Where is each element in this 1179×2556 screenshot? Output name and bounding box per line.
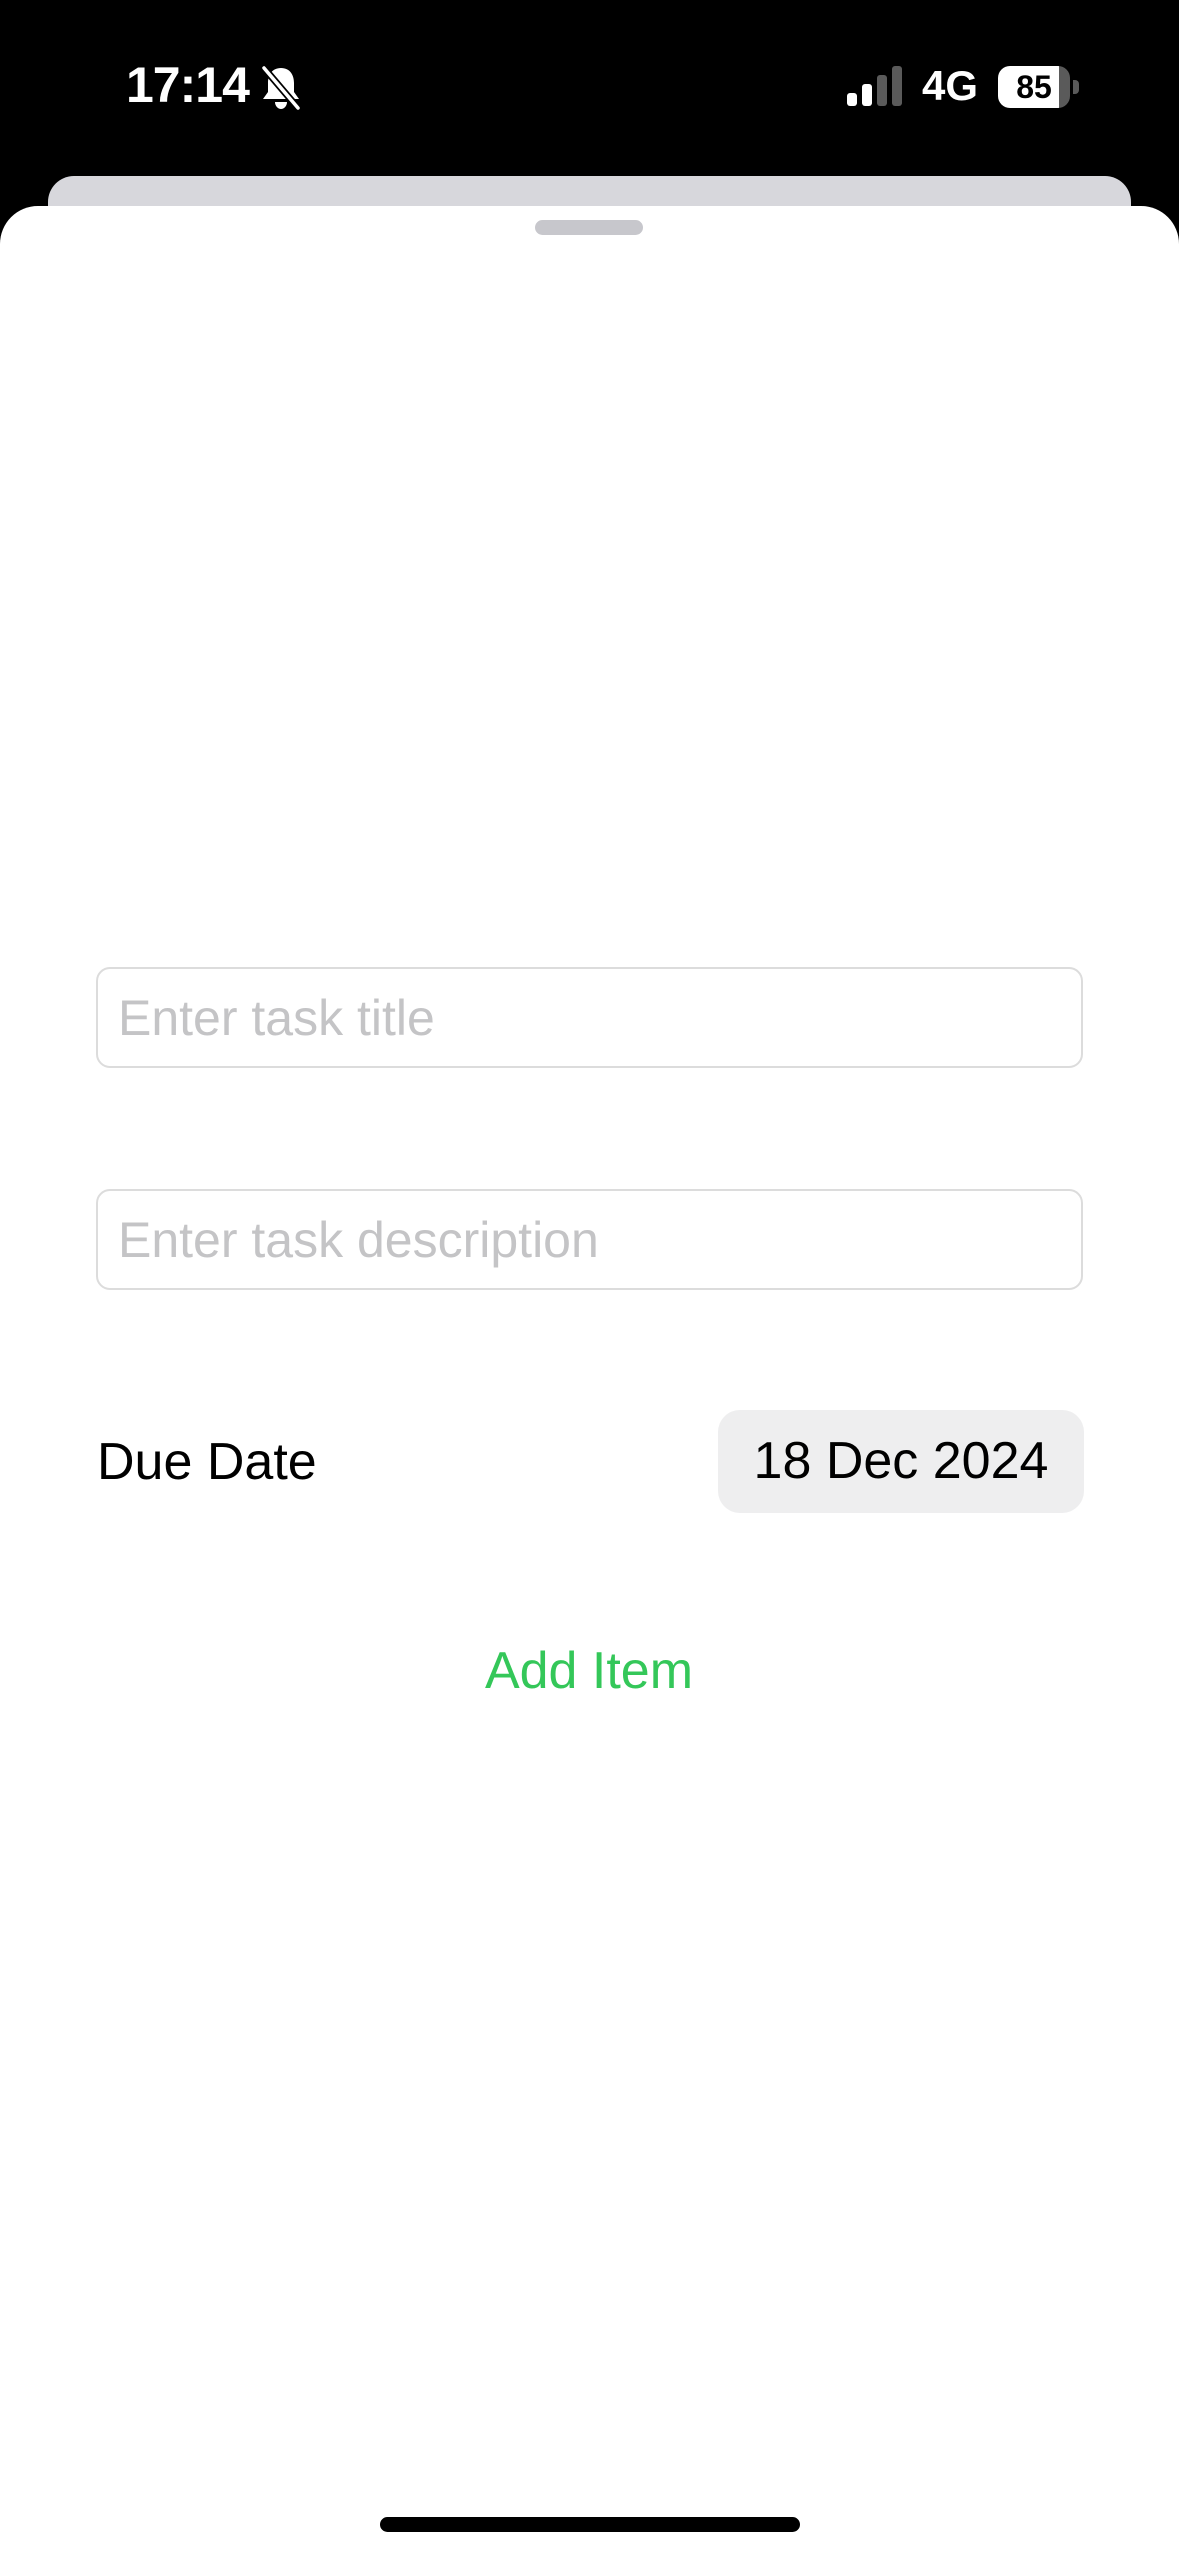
add-task-sheet: Due Date 18 Dec 2024 Add Item <box>0 206 1179 2556</box>
due-date-picker[interactable]: 18 Dec 2024 <box>718 1410 1084 1513</box>
bell-slash-icon <box>260 64 302 112</box>
status-time: 17:14 <box>126 57 250 113</box>
battery-icon: 85 <box>998 66 1079 108</box>
screen: 17:14 4G 85 Due Date 18 Dec 2024 Add <box>0 0 1179 2556</box>
cellular-signal-icon <box>847 66 902 106</box>
battery-cap <box>1073 80 1079 94</box>
task-title-input[interactable] <box>96 967 1083 1068</box>
home-indicator[interactable] <box>380 2517 800 2532</box>
due-date-label: Due Date <box>97 1433 317 1491</box>
status-bar: 17:14 4G 85 <box>0 0 1179 170</box>
battery-level: 85 <box>1016 69 1052 105</box>
task-description-input[interactable] <box>96 1189 1083 1290</box>
sheet-grabber[interactable] <box>535 220 643 235</box>
network-type-label: 4G <box>922 62 979 109</box>
add-item-button[interactable]: Add Item <box>389 1626 789 1716</box>
